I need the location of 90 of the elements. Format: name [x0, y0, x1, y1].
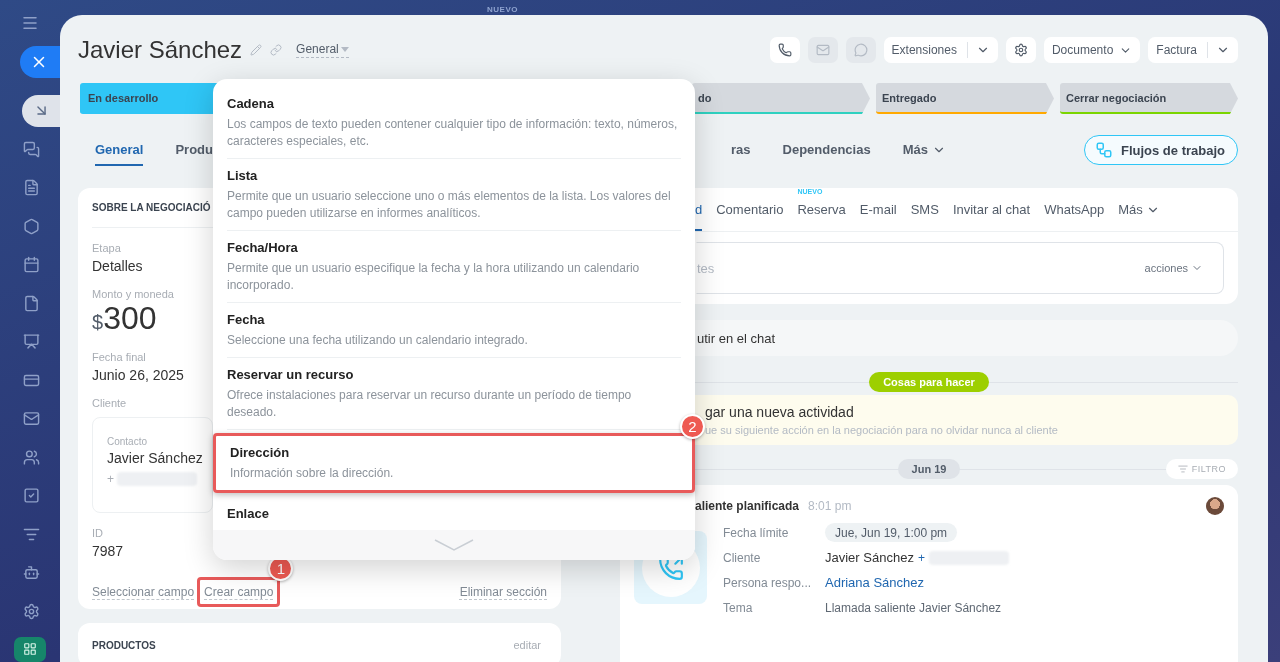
item-description: Seleccione una fecha utilizando un calendario integrado. — [227, 332, 529, 349]
timeline-tab[interactable]: Comentario — [716, 202, 784, 231]
workflow-icon — [1095, 141, 1113, 159]
split-button[interactable]: Extensiones — [883, 37, 998, 63]
stage-step[interactable]: Entregado — [876, 83, 1054, 114]
timeline-tab[interactable]: WhatsApp — [1044, 202, 1105, 231]
menu-item[interactable]: Enlace — [227, 498, 681, 524]
split-button[interactable]: Factura — [1148, 37, 1238, 63]
stage-step[interactable]: do — [692, 83, 870, 114]
item-title: Enlace — [227, 506, 270, 521]
settings-icon — [1013, 43, 1028, 57]
item-title: Lista — [227, 168, 259, 183]
deadline-pill: Jue, Jun 19, 1:00 pm — [825, 523, 958, 542]
menu-item[interactable]: Fecha Seleccione una fecha utilizando un calendario integrado. — [227, 303, 681, 358]
timeline-tab[interactable]: Más — [1118, 202, 1160, 231]
avatar — [1206, 497, 1224, 515]
field-value: Detalles — [92, 258, 143, 274]
grid-icon — [23, 642, 37, 657]
item-description: Permite que un usuario seleccione uno o más elementos de la lista. Los valores del campo pueden utilizarse en informes analíticos. — [227, 188, 672, 222]
field-label: Etapa — [92, 242, 121, 254]
todo-label: Cosas para hacer — [869, 372, 989, 392]
phone-button[interactable] — [769, 37, 800, 63]
item-title: Fecha — [227, 312, 266, 327]
field-label: Fecha final — [92, 351, 146, 363]
timeline-tab[interactable]: Invitar al chat — [952, 202, 1031, 231]
card-title: PRODUCTOS — [92, 639, 156, 651]
date-pill: Jun 19 — [897, 459, 961, 479]
field-label: Cliente — [92, 397, 127, 409]
activity-title: aliente planificada — [695, 499, 800, 513]
caret-icon — [340, 46, 349, 52]
menu-item[interactable]: Cadena Los campos de texto pueden contener cualquier tipo de información: texto, números, caracteres especiales, etc. — [227, 87, 681, 159]
tab[interactable]: General — [95, 134, 144, 166]
new-label: NUEVO — [487, 5, 518, 14]
filter-icon — [1177, 464, 1188, 474]
phone-icon — [777, 43, 792, 57]
app-icon[interactable] — [14, 636, 46, 662]
workflows-button[interactable]: Flujos de trabajo — [1084, 135, 1238, 165]
currency-symbol: $ — [92, 311, 104, 334]
close-button[interactable] — [20, 46, 60, 78]
chat-icon — [853, 43, 868, 57]
tab[interactable]: Produ — [175, 134, 213, 166]
activity-time: 8:01 pm — [808, 499, 852, 513]
menu-item[interactable]: Lista Permite que un usuario seleccione uno o más elementos de la lista. Los valores del campo pueden utilizarse en informes analíticos. — [227, 159, 681, 231]
activity-prompt: gar una nueva actividad — [705, 404, 855, 420]
menu-item[interactable]: Dirección Información sobre la dirección. — [213, 433, 695, 493]
comment-field[interactable]: tes — [697, 260, 1139, 276]
client-name: Javier Sánchez — [825, 550, 914, 565]
menu-icon[interactable] — [21, 14, 39, 32]
contact-name: Javier Sánchez — [107, 450, 203, 466]
timeline-tab[interactable]: E-mail — [859, 202, 897, 231]
item-description: Los campos de texto pueden contener cualquier tipo de información: texto, números, caracteres especiales, etc. — [227, 116, 679, 150]
item-title: Reservar un recurso — [227, 367, 355, 382]
contact-label: Contacto — [107, 436, 149, 447]
phone-prefix: + — [107, 472, 114, 486]
field-label: Persona respo... — [723, 574, 813, 592]
menu-item[interactable]: Fecha/Hora Permite que un usuario especifique la fecha y la hora utilizando un calendario incorporado. — [227, 231, 681, 303]
person-link[interactable]: Adriana Sánchez — [825, 575, 1009, 590]
item-title: Dirección — [230, 445, 291, 460]
view-selector[interactable]: General — [296, 42, 349, 58]
tab[interactable]: Más — [902, 134, 946, 166]
field-link[interactable]: Crear campo — [197, 577, 281, 607]
item-title: Fecha/Hora — [227, 240, 299, 255]
tab[interactable]: ras — [731, 134, 751, 166]
delete-link[interactable]: Eliminar sección — [459, 584, 547, 600]
tab[interactable]: Dependencias — [782, 134, 871, 166]
item-description: Permite que un usuario especifique la fecha y la hora utilizando un calendario incorporado. — [227, 260, 641, 294]
deal-title: Javier Sánchez — [78, 36, 243, 64]
timeline-tab[interactable]: SMS — [910, 202, 939, 231]
phone-prefix: + — [917, 550, 925, 565]
settings-button[interactable] — [1005, 37, 1036, 63]
field-value: 7987 — [92, 543, 124, 559]
stage-step[interactable]: Cerrar negociación — [1060, 83, 1238, 114]
field-label: Monto y moneda — [92, 288, 174, 300]
menu-button[interactable]: Documento — [1043, 37, 1141, 63]
field-label: Fecha límite — [723, 524, 790, 542]
arrow-icon[interactable] — [22, 95, 60, 127]
field-label: Cliente — [723, 549, 762, 567]
field-value: Junio 26, 2025 — [92, 367, 184, 383]
card-title: SOBRE LA NEGOCIACIÓ — [92, 202, 211, 213]
menu-item[interactable]: Reservar un recurso Ofrece instalaciones para reservar un recurso durante un período de tiempo deseado. — [227, 358, 681, 430]
amount-value: 300 — [103, 300, 157, 337]
field-label: ID — [92, 527, 103, 539]
field-value: Llamada saliente Javier Sánchez — [825, 600, 1003, 615]
activity-hint: ue su siguiente acción en la negociación para no olvidar nunca al cliente — [705, 424, 1059, 436]
field-label: Tema — [723, 599, 754, 617]
item-title: Cadena — [227, 96, 275, 111]
item-description: Información sobre la dirección. — [230, 465, 395, 482]
field-link[interactable]: Seleccionar campo — [92, 584, 195, 600]
mail-icon — [815, 43, 830, 57]
actions-button[interactable]: acciones — [1138, 261, 1209, 275]
